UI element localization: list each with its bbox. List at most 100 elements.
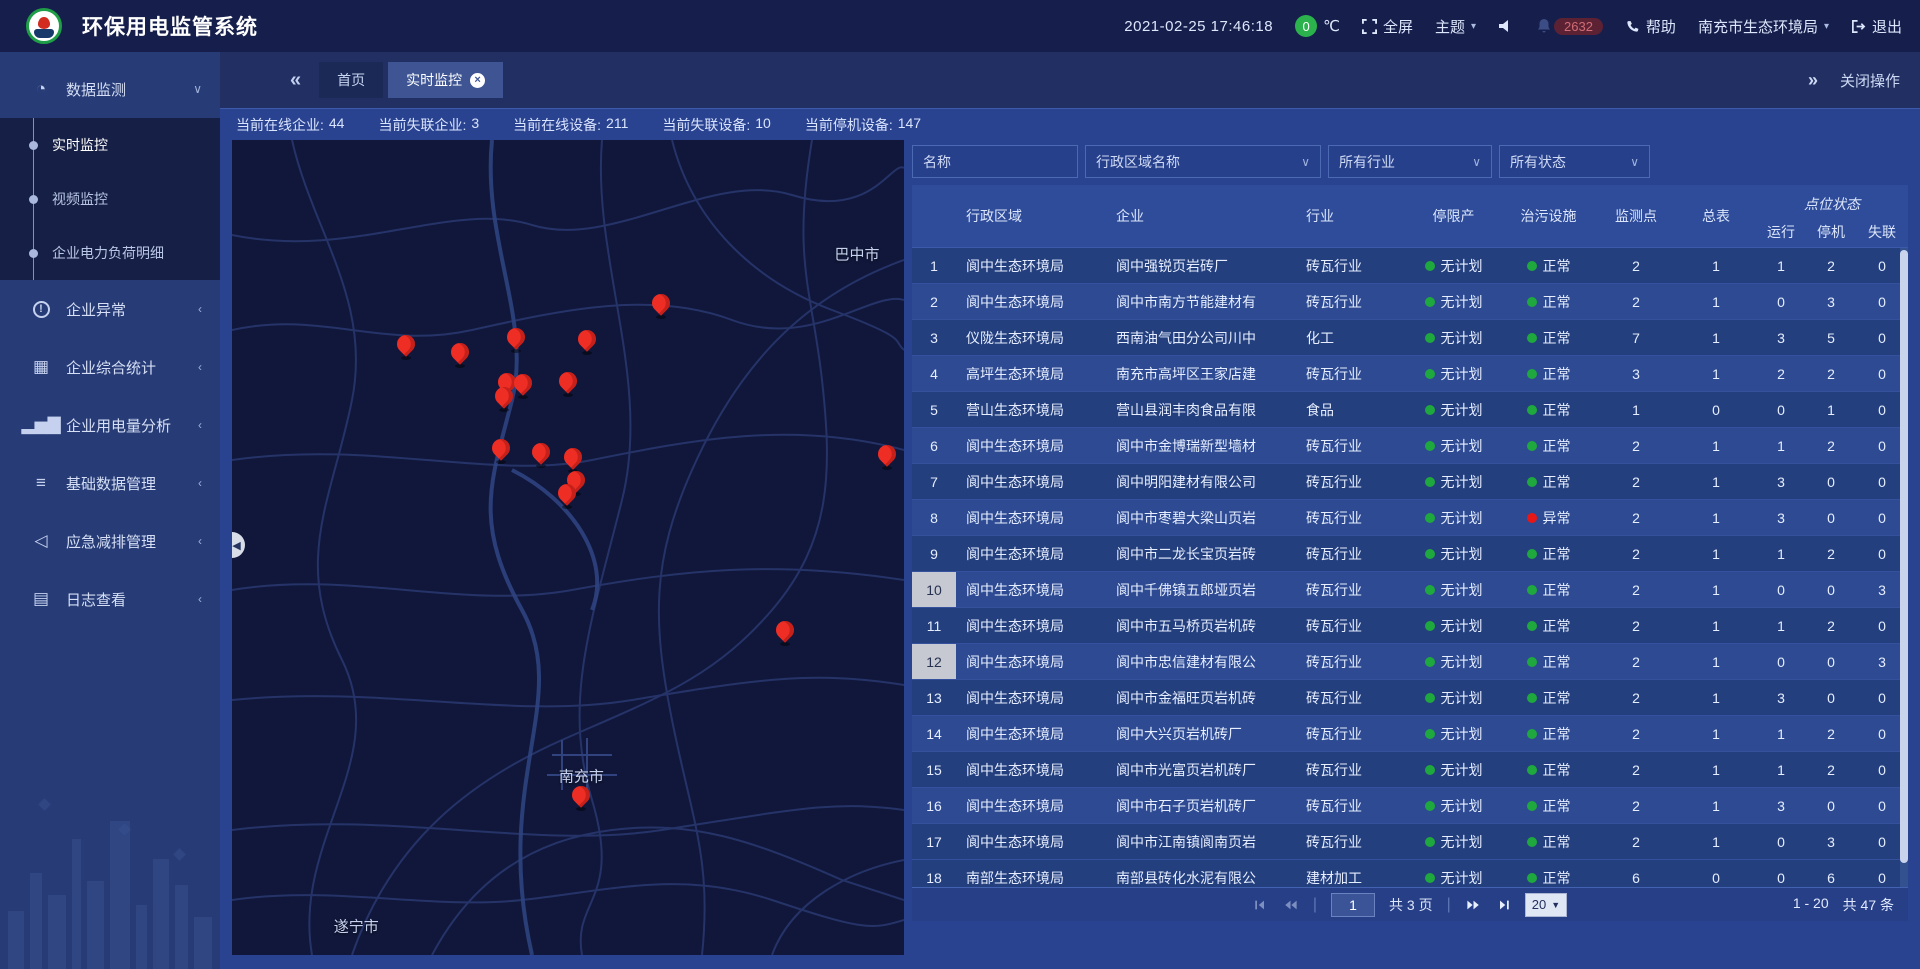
cell-meters: 1 (1676, 320, 1756, 355)
table-row[interactable]: 18南部生态环境局南部县砖化水泥有限公建材加工无计划正常60060 (912, 860, 1908, 887)
table-row[interactable]: 16阆中生态环境局阆中市石子页岩机砖厂砖瓦行业无计划正常21300 (912, 788, 1908, 824)
notification-bell[interactable]: 2632 (1536, 18, 1603, 35)
table-row[interactable]: 1阆中生态环境局阆中强锐页岩砖厂砖瓦行业无计划正常21120 (912, 248, 1908, 284)
cell-facility-status: 正常 (1501, 824, 1596, 859)
map-panel[interactable]: 巴中市南充市遂宁市 ◀ (232, 140, 904, 955)
table-row[interactable]: 2阆中生态环境局阆中市南方节能建材有砖瓦行业无计划正常21030 (912, 284, 1908, 320)
cell-index: 4 (912, 356, 956, 391)
tabs-scroll-right-icon[interactable]: » (1808, 70, 1818, 91)
table-row[interactable]: 11阆中生态环境局阆中市五马桥页岩机砖砖瓦行业无计划正常21120 (912, 608, 1908, 644)
status-filter-select[interactable]: 所有状态∨ (1499, 145, 1650, 178)
tab-实时监控[interactable]: 实时监控 × (388, 62, 503, 98)
table-row[interactable]: 13阆中生态环境局阆中市金福旺页岩机砖砖瓦行业无计划正常21300 (912, 680, 1908, 716)
table-row[interactable]: 6阆中生态环境局阆中市金博瑞新型墙材砖瓦行业无计划正常21120 (912, 428, 1908, 464)
table-row[interactable]: 14阆中生态环境局阆中大兴页岩机砖厂砖瓦行业无计划正常21120 (912, 716, 1908, 752)
cell-points: 3 (1596, 356, 1676, 391)
cell-meters: 0 (1676, 392, 1756, 427)
name-filter-input[interactable] (923, 154, 1067, 170)
speaker-mute-icon[interactable] (1498, 18, 1514, 34)
cell-run: 0 (1756, 860, 1806, 887)
prev-page-button[interactable] (1282, 898, 1299, 912)
megaphone-icon: ◁ (30, 531, 52, 551)
page-number-input[interactable] (1331, 893, 1375, 917)
cell-stop-status: 无计划 (1406, 860, 1501, 887)
sidebar-subitem-视频监控[interactable]: 视频监控 (0, 172, 220, 226)
cell-meters: 0 (1676, 860, 1756, 887)
cell-stop-status: 无计划 (1406, 680, 1501, 715)
help-button[interactable]: 帮助 (1625, 16, 1676, 37)
status-text: 正常 (1543, 436, 1571, 456)
temperature-badge: 0 (1295, 15, 1317, 37)
status-text: 正常 (1543, 868, 1571, 888)
cell-stop-status: 无计划 (1406, 536, 1501, 571)
status-dot-green (1425, 729, 1435, 739)
map-city-label: 遂宁市 (334, 916, 379, 937)
table-row[interactable]: 9阆中生态环境局阆中市二龙长宝页岩砖砖瓦行业无计划正常21120 (912, 536, 1908, 572)
tab-首页[interactable]: 首页 (319, 62, 383, 98)
last-page-button[interactable] (1496, 898, 1511, 912)
theme-dropdown[interactable]: 主题▾ (1435, 16, 1476, 37)
close-icon[interactable]: × (470, 73, 485, 88)
chevron-down-icon: ▾ (1471, 21, 1476, 32)
column-group-header-point-status: 点位状态 (1756, 185, 1908, 216)
cell-district: 阆中生态环境局 (956, 608, 1106, 643)
cell-meters: 1 (1676, 716, 1756, 751)
chevron-left-icon: ◀ (232, 539, 240, 552)
cell-district: 高坪生态环境局 (956, 356, 1106, 391)
table-row[interactable]: 3仪陇生态环境局西南油气田分公司川中化工无计划正常71350 (912, 320, 1908, 356)
table-row[interactable]: 12阆中生态环境局阆中市忠信建材有限公砖瓦行业无计划正常21003 (912, 644, 1908, 680)
cell-company: 阆中市光富页岩机砖厂 (1106, 752, 1296, 787)
status-text: 正常 (1543, 616, 1571, 636)
cell-index: 14 (912, 716, 956, 751)
sidebar-item-logs[interactable]: ▤日志查看‹ (0, 570, 220, 628)
sidebar-item-emergency[interactable]: ◁应急减排管理‹ (0, 512, 220, 570)
cell-stop-status: 无计划 (1406, 284, 1501, 319)
table-row[interactable]: 17阆中生态环境局阆中市江南镇阆南页岩砖瓦行业无计划正常21030 (912, 824, 1908, 860)
table-row[interactable]: 7阆中生态环境局阆中明阳建材有限公司砖瓦行业无计划正常21300 (912, 464, 1908, 500)
first-page-icon (1253, 898, 1268, 912)
sidebar-item-power-analysis[interactable]: ▂▅▇企业用电量分析‹ (0, 396, 220, 454)
region-filter-select[interactable]: 行政区域名称∨ (1085, 145, 1321, 178)
status-dot-green (1425, 873, 1435, 883)
table-scrollbar[interactable] (1900, 248, 1908, 887)
table-row[interactable]: 8阆中生态环境局阆中市枣碧大梁山页岩砖瓦行业无计划异常21300 (912, 500, 1908, 536)
sidebar-subitem-实时监控[interactable]: 实时监控 (0, 118, 220, 172)
status-dot-green (1425, 585, 1435, 595)
stats-bar: 当前在线企业:44当前失联企业:3当前在线设备:211当前失联设备:10当前停机… (220, 108, 1920, 140)
sidebar-item-label: 企业用电量分析 (66, 415, 171, 436)
logout-button[interactable]: 退出 (1851, 16, 1902, 37)
next-page-button[interactable] (1465, 898, 1482, 912)
cell-company: 阆中市忠信建材有限公 (1106, 644, 1296, 679)
industry-filter-select[interactable]: 所有行业∨ (1328, 145, 1492, 178)
sidebar-subitem-企业电力负荷明细[interactable]: 企业电力负荷明细 (0, 226, 220, 280)
sidebar-item-data-monitor[interactable]: ◔数据监测∨ (0, 60, 220, 118)
cell-district: 阆中生态环境局 (956, 824, 1106, 859)
sidebar-item-enterprise-stats[interactable]: ▦企业综合统计‹ (0, 338, 220, 396)
status-text: 无计划 (1441, 292, 1483, 312)
close-operations-button[interactable]: 关闭操作 (1840, 70, 1900, 91)
status-text: 无计划 (1441, 436, 1483, 456)
first-page-button[interactable] (1253, 898, 1268, 912)
fullscreen-button[interactable]: 全屏 (1362, 16, 1413, 37)
table-row[interactable]: 10阆中生态环境局阆中千佛镇五郎垭页岩砖瓦行业无计划正常21003 (912, 572, 1908, 608)
cell-points: 2 (1596, 572, 1676, 607)
tabs-scroll-left-icon[interactable]: « (282, 69, 309, 92)
city-skyline-decoration (0, 784, 220, 969)
app-logo (26, 8, 62, 44)
cell-industry: 砖瓦行业 (1296, 644, 1406, 679)
scrollbar-thumb[interactable] (1900, 250, 1908, 863)
sidebar-item-enterprise-abnormal[interactable]: !企业异常‹ (0, 280, 220, 338)
sidebar-item-label: 企业异常 (66, 299, 126, 320)
table-row[interactable]: 4高坪生态环境局南充市高坪区王家店建砖瓦行业无计划正常31220 (912, 356, 1908, 392)
phone-icon (1625, 19, 1640, 34)
cell-company: 阆中市五马桥页岩机砖 (1106, 608, 1296, 643)
status-text: 正常 (1543, 832, 1571, 852)
user-org-dropdown[interactable]: 南充市生态环境局▾ (1698, 16, 1829, 37)
status-dot-green (1527, 477, 1537, 487)
page-size-select[interactable]: 20▼ (1525, 893, 1567, 917)
sidebar-item-base-data[interactable]: ≡基础数据管理‹ (0, 454, 220, 512)
table-row[interactable]: 5营山生态环境局营山县润丰肉食品有限食品无计划正常10010 (912, 392, 1908, 428)
table-row[interactable]: 15阆中生态环境局阆中市光富页岩机砖厂砖瓦行业无计划正常21120 (912, 752, 1908, 788)
tab-label: 实时监控 (406, 70, 462, 90)
status-text: 无计划 (1441, 652, 1483, 672)
